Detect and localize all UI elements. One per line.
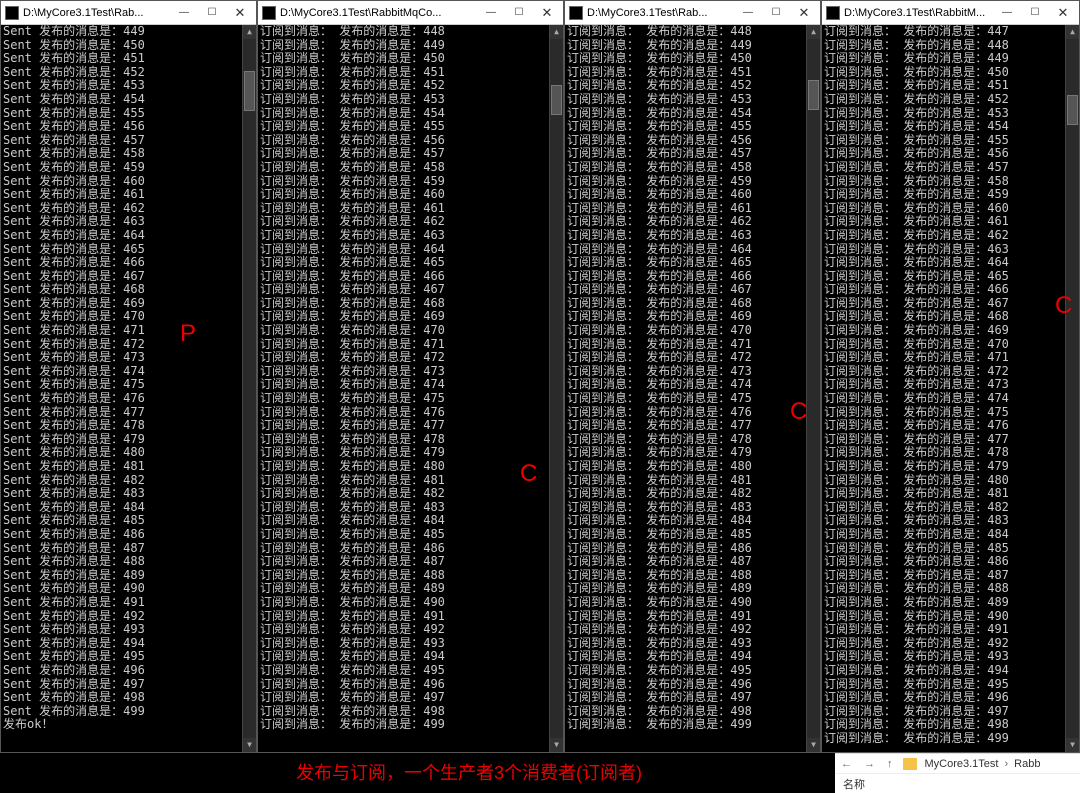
breadcrumb-seg1[interactable]: MyCore3.1Test [921, 758, 999, 770]
vertical-scrollbar[interactable]: ▲▼ [1065, 25, 1079, 752]
close-button[interactable]: ✕ [533, 2, 561, 24]
scroll-up-icon[interactable]: ▲ [243, 25, 256, 39]
maximize-button[interactable]: ☐ [198, 2, 226, 24]
app-icon [569, 6, 583, 20]
scroll-thumb[interactable] [1067, 95, 1078, 125]
caption-text: 发布与订阅，一个生产者3个消费者(订阅者) [296, 759, 642, 785]
console-window-2: D:\MyCore3.1Test\Rab...—☐✕订阅到消息： 发布的消息是：… [564, 0, 821, 753]
console-window-3: D:\MyCore3.1Test\RabbitM...—☐✕订阅到消息： 发布的… [821, 0, 1080, 753]
titlebar[interactable]: D:\MyCore3.1Test\Rab...—☐✕ [1, 1, 256, 25]
console-output: 订阅到消息： 发布的消息是：447 订阅到消息： 发布的消息是：448 订阅到消… [822, 25, 1065, 752]
scroll-thumb[interactable] [808, 80, 819, 110]
titlebar[interactable]: D:\MyCore3.1Test\RabbitM...—☐✕ [822, 1, 1079, 25]
close-button[interactable]: ✕ [1049, 2, 1077, 24]
close-button[interactable]: ✕ [226, 2, 254, 24]
maximize-button[interactable]: ☐ [1021, 2, 1049, 24]
window-title: D:\MyCore3.1Test\RabbitM... [844, 7, 993, 19]
minimize-button[interactable]: — [993, 2, 1021, 24]
console-output: 订阅到消息： 发布的消息是：448 订阅到消息： 发布的消息是：449 订阅到消… [565, 25, 806, 752]
scroll-thumb[interactable] [244, 71, 255, 111]
vertical-scrollbar[interactable]: ▲▼ [242, 25, 256, 752]
maximize-button[interactable]: ☐ [762, 2, 790, 24]
minimize-button[interactable]: — [477, 2, 505, 24]
close-button[interactable]: ✕ [790, 2, 818, 24]
scroll-up-icon[interactable]: ▲ [1066, 25, 1079, 39]
minimize-button[interactable]: — [734, 2, 762, 24]
vertical-scrollbar[interactable]: ▲▼ [549, 25, 563, 752]
window-title: D:\MyCore3.1Test\Rab... [587, 7, 734, 19]
explorer-breadcrumb: ← → ↑ MyCore3.1Test › Rabb [835, 753, 1080, 773]
scroll-up-icon[interactable]: ▲ [550, 25, 563, 39]
console-window-0: D:\MyCore3.1Test\Rab...—☐✕Sent 发布的消息是：44… [0, 0, 257, 753]
app-icon [5, 6, 19, 20]
console-window-1: D:\MyCore3.1Test\RabbitMqCo...—☐✕订阅到消息： … [257, 0, 564, 753]
scroll-thumb[interactable] [551, 85, 562, 115]
scroll-up-icon[interactable]: ▲ [807, 25, 820, 39]
console-output: 订阅到消息： 发布的消息是：448 订阅到消息： 发布的消息是：449 订阅到消… [258, 25, 549, 752]
scroll-down-icon[interactable]: ▼ [807, 738, 820, 752]
nav-up-icon[interactable]: ↑ [881, 758, 899, 770]
titlebar[interactable]: D:\MyCore3.1Test\RabbitMqCo...—☐✕ [258, 1, 563, 25]
scroll-down-icon[interactable]: ▼ [1066, 738, 1079, 752]
console-output: Sent 发布的消息是：449 Sent 发布的消息是：450 Sent 发布的… [1, 25, 242, 752]
nav-back-icon[interactable]: ← [835, 758, 858, 770]
titlebar[interactable]: D:\MyCore3.1Test\Rab...—☐✕ [565, 1, 820, 25]
breadcrumb-seg2[interactable]: Rabb [1014, 758, 1040, 770]
explorer-column-header[interactable]: 名称 [835, 773, 1080, 793]
scroll-down-icon[interactable]: ▼ [243, 738, 256, 752]
window-title: D:\MyCore3.1Test\RabbitMqCo... [280, 7, 477, 19]
breadcrumb-sep-icon: › [998, 758, 1014, 770]
maximize-button[interactable]: ☐ [505, 2, 533, 24]
app-icon [826, 6, 840, 20]
window-title: D:\MyCore3.1Test\Rab... [23, 7, 170, 19]
app-icon [262, 6, 276, 20]
vertical-scrollbar[interactable]: ▲▼ [806, 25, 820, 752]
minimize-button[interactable]: — [170, 2, 198, 24]
scroll-down-icon[interactable]: ▼ [550, 738, 563, 752]
folder-icon [903, 758, 917, 770]
nav-forward-icon[interactable]: → [858, 758, 881, 770]
